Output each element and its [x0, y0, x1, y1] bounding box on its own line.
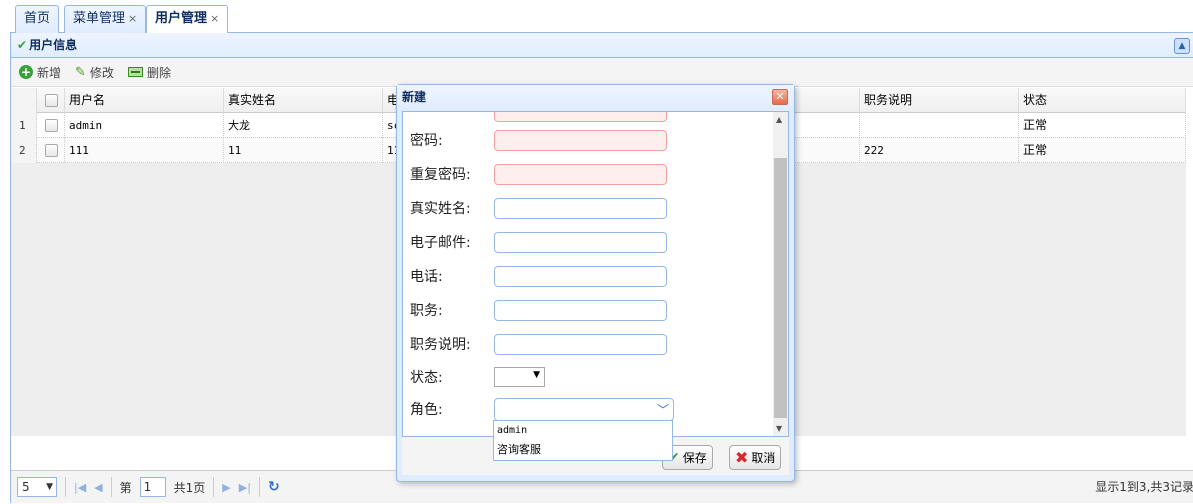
realname-field[interactable] — [494, 197, 667, 219]
cell-realname: 11 — [224, 138, 383, 163]
realname-label: 真实姓名: — [410, 201, 471, 217]
row-number: 1 — [11, 113, 37, 138]
separator — [110, 477, 112, 497]
status-select[interactable]: ▼ — [494, 367, 545, 387]
chevron-down-icon[interactable]: ﹀ — [657, 401, 669, 418]
confirm-password-label: 重复密码: — [410, 167, 471, 183]
password-field[interactable] — [494, 129, 667, 151]
cell-position-desc: 222 — [860, 138, 1019, 163]
last-page-icon[interactable]: ▶| — [239, 481, 251, 494]
email-field[interactable] — [494, 231, 667, 253]
tab-label: 菜单管理 — [73, 11, 126, 26]
separator — [65, 477, 66, 497]
cell-status: 正常 — [1019, 113, 1186, 138]
checkmark-icon: ✔ — [17, 38, 28, 52]
cell-realname: 大龙 — [224, 113, 383, 138]
role-dropdown-list: admin 咨询客服 — [493, 420, 673, 461]
tab-label: 用户管理 — [155, 11, 208, 26]
header-position-desc[interactable]: 职务说明 — [860, 88, 1019, 113]
tab-label: 首页 — [24, 11, 51, 26]
remove-icon — [127, 67, 143, 77]
refresh-icon[interactable]: ↻ — [268, 479, 280, 495]
add-button[interactable]: + 新增 — [19, 64, 61, 81]
panel-header: ✔ 用户信息 ▲ — [11, 33, 1193, 58]
role-label: 角色: — [410, 402, 443, 418]
add-label: 新增 — [37, 65, 62, 80]
dialog-form: 密码: 重复密码: 真实姓名: 电子邮件: 电话: 职务: 职务说明: 状态: ▼… — [402, 111, 789, 437]
password-label: 密码: — [410, 133, 443, 149]
phone-label: 电话: — [410, 269, 443, 285]
cell-status: 正常 — [1019, 138, 1186, 163]
save-label: 保存 — [682, 451, 707, 465]
select-all-checkbox[interactable] — [45, 94, 58, 107]
separator — [213, 477, 215, 497]
pagination-info: 显示1到3,共3记录 — [1095, 480, 1193, 494]
page-size-value: 5 — [22, 480, 30, 494]
cancel-icon: ✖ — [735, 448, 749, 467]
position-label: 职务: — [410, 303, 443, 319]
dropdown-arrow-icon: ▼ — [46, 482, 53, 492]
cell-position-desc — [860, 113, 1019, 138]
delete-label: 删除 — [146, 65, 171, 80]
close-icon[interactable]: ✕ — [772, 89, 788, 105]
email-label: 电子邮件: — [410, 235, 471, 251]
scrollbar-thumb[interactable] — [774, 158, 787, 418]
page-prefix: 第 — [119, 480, 132, 495]
position-field[interactable] — [494, 299, 667, 321]
tab-home[interactable]: 首页 — [15, 5, 60, 33]
edit-button[interactable]: ✎ 修改 — [75, 64, 114, 81]
page-total: 共1页 — [173, 480, 206, 495]
toolbar: + 新增 ✎ 修改 删除 — [11, 58, 1193, 87]
rownum-header — [11, 88, 37, 113]
close-icon[interactable]: × — [128, 12, 137, 25]
next-page-icon[interactable]: ▶ — [222, 481, 230, 494]
edit-label: 修改 — [89, 65, 114, 80]
position-desc-field[interactable] — [494, 333, 667, 355]
panel-title: 用户信息 — [29, 38, 78, 52]
row-select-cell — [37, 113, 65, 138]
username-field[interactable] — [494, 112, 667, 122]
page-number-input[interactable]: 1 — [139, 477, 166, 497]
header-username[interactable]: 用户名 — [65, 88, 224, 113]
cancel-button[interactable]: ✖ 取消 — [729, 445, 782, 470]
cell-username: admin — [65, 113, 224, 138]
row-checkbox[interactable] — [45, 119, 58, 132]
pencil-icon: ✎ — [75, 64, 86, 80]
row-select-cell — [37, 138, 65, 163]
phone-field[interactable] — [494, 265, 667, 287]
dropdown-arrow-icon: ▼ — [533, 370, 540, 380]
dialog-title: 新建 — [397, 85, 794, 110]
scroll-down-icon[interactable]: ▼ — [776, 424, 782, 433]
role-option-consult[interactable]: 咨询客服 — [494, 440, 672, 459]
status-label: 状态: — [410, 370, 443, 386]
row-number: 2 — [11, 138, 37, 163]
collapse-icon[interactable]: ▲ — [1174, 38, 1190, 54]
select-all-cell — [37, 88, 65, 113]
cell-username: 111 — [65, 138, 224, 163]
add-icon: + — [19, 65, 33, 79]
role-combobox[interactable]: ﹀ — [494, 397, 674, 421]
confirm-password-field[interactable] — [494, 163, 667, 185]
header-status[interactable]: 状态 — [1019, 88, 1186, 113]
page-size-select[interactable]: 5 ▼ — [17, 477, 57, 497]
role-option-admin[interactable]: admin — [494, 421, 672, 440]
tabs-bar: 首页 菜单管理 × 用户管理 × — [10, 0, 1193, 34]
prev-page-icon[interactable]: ◀ — [94, 481, 102, 494]
separator — [258, 477, 260, 497]
tab-menu-management[interactable]: 菜单管理 × — [64, 5, 147, 33]
cancel-label: 取消 — [751, 451, 776, 465]
delete-button[interactable]: 删除 — [127, 64, 171, 81]
header-realname[interactable]: 真实姓名 — [224, 88, 383, 113]
tab-user-management[interactable]: 用户管理 × — [146, 5, 229, 34]
position-desc-label: 职务说明: — [410, 337, 471, 353]
close-icon[interactable]: × — [210, 12, 219, 25]
first-page-icon[interactable]: |◀ — [74, 481, 86, 494]
scroll-up-icon[interactable]: ▲ — [776, 115, 782, 124]
row-checkbox[interactable] — [45, 144, 58, 157]
dialog-scrollbar[interactable]: ▲ ▼ — [773, 112, 788, 436]
